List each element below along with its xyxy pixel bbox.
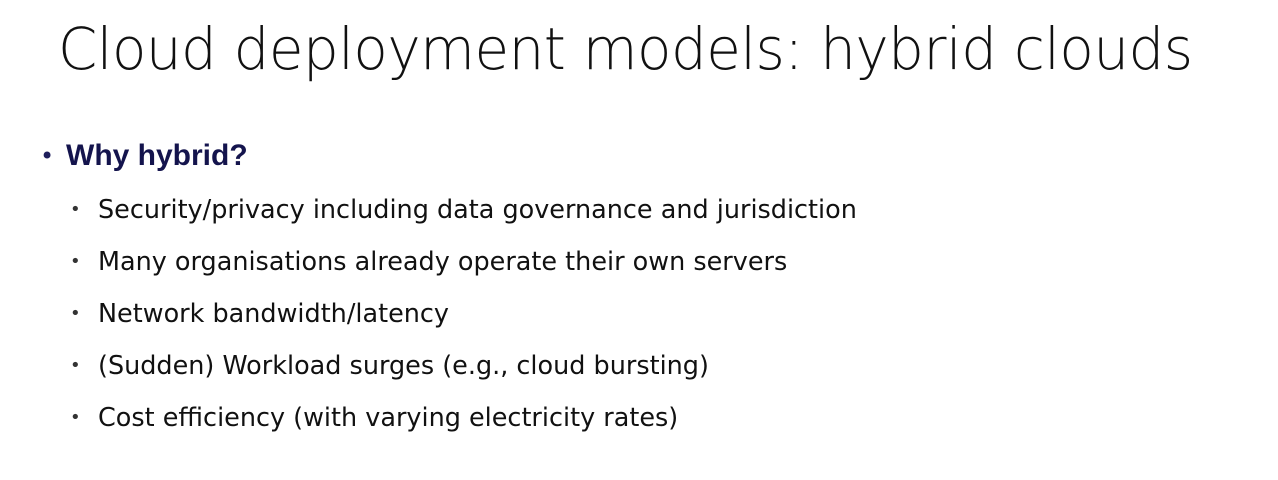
sub-bullet-text: Network bandwidth/latency bbox=[98, 299, 450, 329]
sub-bullet-text: (Sudden) Workload surges (e.g., cloud bu… bbox=[98, 351, 709, 381]
sub-bullet: • Network bandwidth/latency bbox=[40, 288, 872, 340]
sub-bullet-icon: • bbox=[70, 355, 81, 376]
sub-bullet-group: • Security/privacy including data govern… bbox=[40, 184, 872, 444]
main-bullet-text: Why hybrid? bbox=[66, 139, 248, 172]
slide: Cloud deployment models: hybrid clouds •… bbox=[0, 0, 1278, 480]
sub-bullet: • (Sudden) Workload surges (e.g., cloud … bbox=[40, 340, 872, 392]
sub-bullet-text: Cost efficiency (with varying electricit… bbox=[98, 403, 679, 433]
sub-bullet-icon: • bbox=[70, 251, 81, 272]
sub-bullet-icon: • bbox=[70, 199, 81, 220]
sub-bullet-list: • Security/privacy including data govern… bbox=[40, 184, 872, 444]
slide-title: Cloud deployment models: hybrid clouds bbox=[58, 15, 1193, 83]
sub-bullet: • Many organisations already operate the… bbox=[40, 236, 872, 288]
sub-bullet-icon: • bbox=[70, 303, 81, 324]
sub-bullet-icon: • bbox=[70, 407, 81, 428]
sub-bullet: • Cost efficiency (with varying electric… bbox=[40, 392, 872, 444]
bullet-list: • Why hybrid? • Security/privacy includi… bbox=[40, 134, 872, 444]
main-bullet: • Why hybrid? bbox=[40, 134, 872, 178]
sub-bullet-text: Many organisations already operate their… bbox=[98, 247, 788, 277]
bullet-icon: • bbox=[40, 142, 55, 170]
sub-bullet: • Security/privacy including data govern… bbox=[40, 184, 872, 236]
sub-bullet-text: Security/privacy including data governan… bbox=[98, 195, 857, 225]
